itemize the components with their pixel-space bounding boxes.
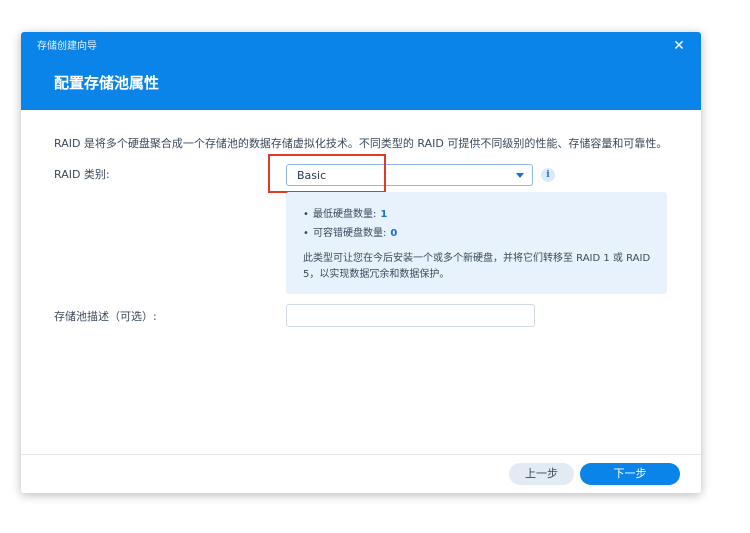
storage-wizard-dialog: 存储创建向导 ✕ 配置存储池属性 RAID 是将多个硬盘聚合成一个存储池的数据存… [21,32,701,493]
raid-info-panel: • 最低硬盘数量: 1 • 可容错硬盘数量: 0 此类型可让您在今后安装一个或多个新硬盘… [286,192,667,294]
raid-type-select[interactable]: Basic [286,164,533,186]
intro-text: RAID 是将多个硬盘聚合成一个存储池的数据存储虚拟化技术。不同类型的 RAID… [54,137,668,150]
chevron-down-icon [516,173,524,178]
next-button[interactable]: 下一步 [580,463,680,485]
raid-type-description: 此类型可让您在今后安装一个或多个新硬盘，并将它们转移至 RAID 1 或 RAI… [303,253,651,280]
fault-tolerance-label: 可容错硬盘数量: [313,228,387,239]
dialog-footer: 上一步 下一步 [21,454,701,493]
close-icon[interactable]: ✕ [671,38,687,54]
pool-description-label: 存储池描述（可选）: [54,310,157,323]
window-title: 存储创建向导 [37,41,97,52]
step-title: 配置存储池属性 [54,74,160,92]
fault-tolerance-value: 0 [390,228,398,239]
dialog-header: 存储创建向导 ✕ 配置存储池属性 [21,32,701,110]
raid-type-value: Basic [297,169,327,182]
fault-tolerance-item: • 可容错硬盘数量: 0 [303,228,398,239]
info-icon[interactable]: i [541,168,555,182]
min-disks-value: 1 [380,209,388,220]
dialog-body: RAID 是将多个硬盘聚合成一个存储池的数据存储虚拟化技术。不同类型的 RAID… [21,110,701,454]
pool-description-input[interactable] [286,304,535,327]
raid-type-label: RAID 类别: [54,168,110,181]
min-disks-label: 最低硬盘数量: [313,209,377,220]
min-disks-item: • 最低硬盘数量: 1 [303,209,388,220]
previous-button[interactable]: 上一步 [509,463,574,485]
